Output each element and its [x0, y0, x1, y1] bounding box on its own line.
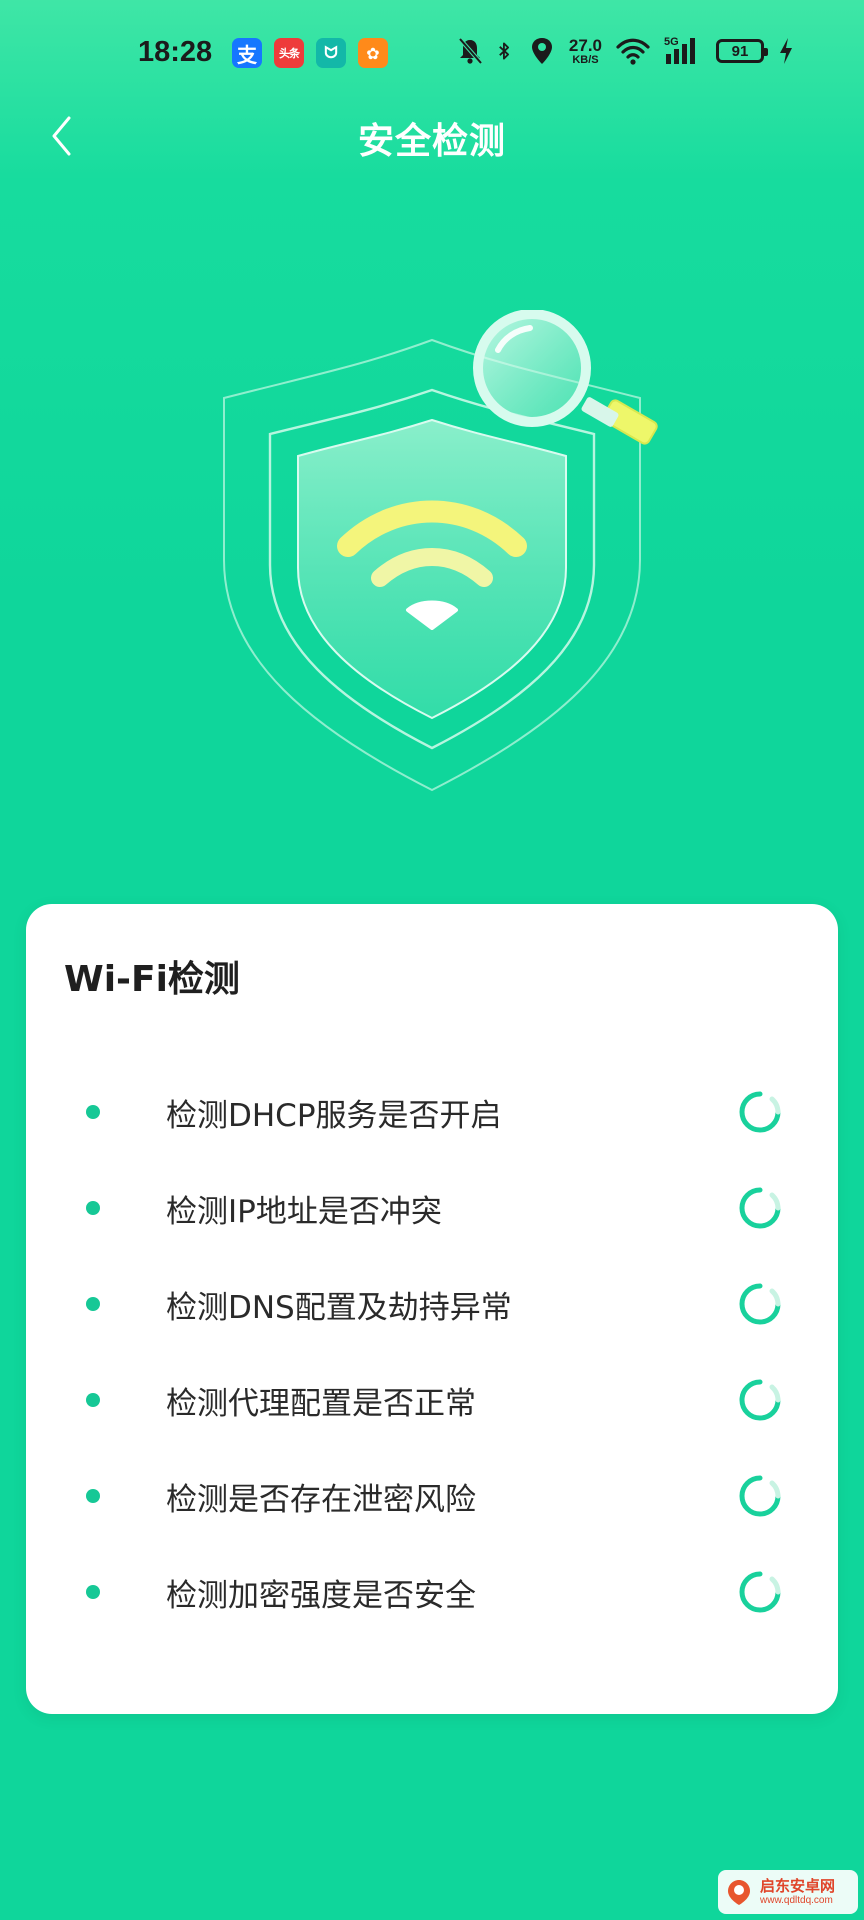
network-speed-value: 27.0: [568, 35, 602, 55]
network-speed: 27.0 KB/S: [569, 37, 602, 66]
check-item-label: 检测DHCP服务是否开启: [166, 1097, 502, 1134]
watermark-name: 启东安卓网: [760, 1877, 836, 1896]
network-speed-unit: KB/S: [572, 53, 599, 66]
status-indicators: 27.0 KB/S 5G 91: [457, 36, 794, 66]
site-watermark: 启东安卓网 www.qdltdq.com: [718, 1870, 858, 1914]
bullet-dot: [86, 1393, 100, 1407]
check-item-dhcp: 检测DHCP服务是否开启: [26, 1064, 838, 1160]
loading-spinner-icon: [738, 1090, 782, 1134]
wifi-check-card: Wi-Fi检测 检测DHCP服务是否开启 检测IP地址是否冲突 检测DNS配置及…: [26, 904, 838, 1714]
check-item-encryption: 检测加密强度是否安全: [26, 1544, 838, 1640]
card-title: Wi-Fi检测: [64, 959, 240, 1000]
status-time: 18:28: [138, 36, 213, 68]
watermark-logo-icon: [728, 1880, 750, 1905]
loading-spinner-icon: [738, 1186, 782, 1230]
check-item-proxy: 检测代理配置是否正常: [26, 1352, 838, 1448]
inner-shield: [297, 418, 567, 720]
check-item-label: 检测代理配置是否正常: [166, 1385, 476, 1422]
bullet-dot: [86, 1201, 100, 1215]
check-item-leak: 检测是否存在泄密风险: [26, 1448, 838, 1544]
loading-spinner-icon: [738, 1570, 782, 1614]
check-item-label: 检测IP地址是否冲突: [166, 1193, 442, 1230]
shield-wifi-illustration: [200, 309, 680, 810]
notification-app-icons: 支 头条 ᗢ ✿: [232, 38, 388, 68]
wifi-signal-icon: [616, 38, 650, 65]
bullet-dot: [86, 1105, 100, 1119]
check-item-label: 检测是否存在泄密风险: [166, 1481, 476, 1518]
bullet-dot: [86, 1585, 100, 1599]
charging-bolt-icon: [780, 38, 792, 64]
toutiao-icon: 头条: [274, 38, 304, 68]
loading-spinner-icon: [738, 1474, 782, 1518]
check-item-ip: 检测IP地址是否冲突: [26, 1160, 838, 1256]
bluetooth-icon: [499, 42, 509, 60]
battery-level: 91: [731, 42, 749, 60]
loading-spinner-icon: [738, 1378, 782, 1422]
cellular-signal-icon: 5G: [664, 36, 702, 66]
mute-bell-icon: [458, 37, 483, 65]
alipay-icon: 支: [232, 38, 262, 68]
location-icon: [531, 38, 552, 64]
status-bar: 18:28 支 头条 ᗢ ✿ 27.0 KB/S 5G 91: [0, 0, 864, 110]
app-header: 安全检测: [0, 100, 864, 170]
check-item-label: 检测DNS配置及劫持异常: [166, 1289, 512, 1326]
watermark-url: www.qdltdq.com: [760, 1894, 833, 1906]
check-list: 检测DHCP服务是否开启 检测IP地址是否冲突 检测DNS配置及劫持异常 检测代…: [26, 1064, 838, 1640]
check-item-label: 检测加密强度是否安全: [166, 1577, 476, 1614]
battery-indicator: 91: [716, 39, 768, 63]
loading-spinner-icon: [738, 1282, 782, 1326]
magnifier-icon: [473, 309, 658, 445]
bullet-dot: [86, 1297, 100, 1311]
mi-home-icon: ᗢ: [316, 38, 346, 68]
bullet-dot: [86, 1489, 100, 1503]
check-item-dns: 检测DNS配置及劫持异常: [26, 1256, 838, 1352]
game-app-icon: ✿: [358, 38, 388, 68]
page-title: 安全检测: [357, 121, 506, 162]
